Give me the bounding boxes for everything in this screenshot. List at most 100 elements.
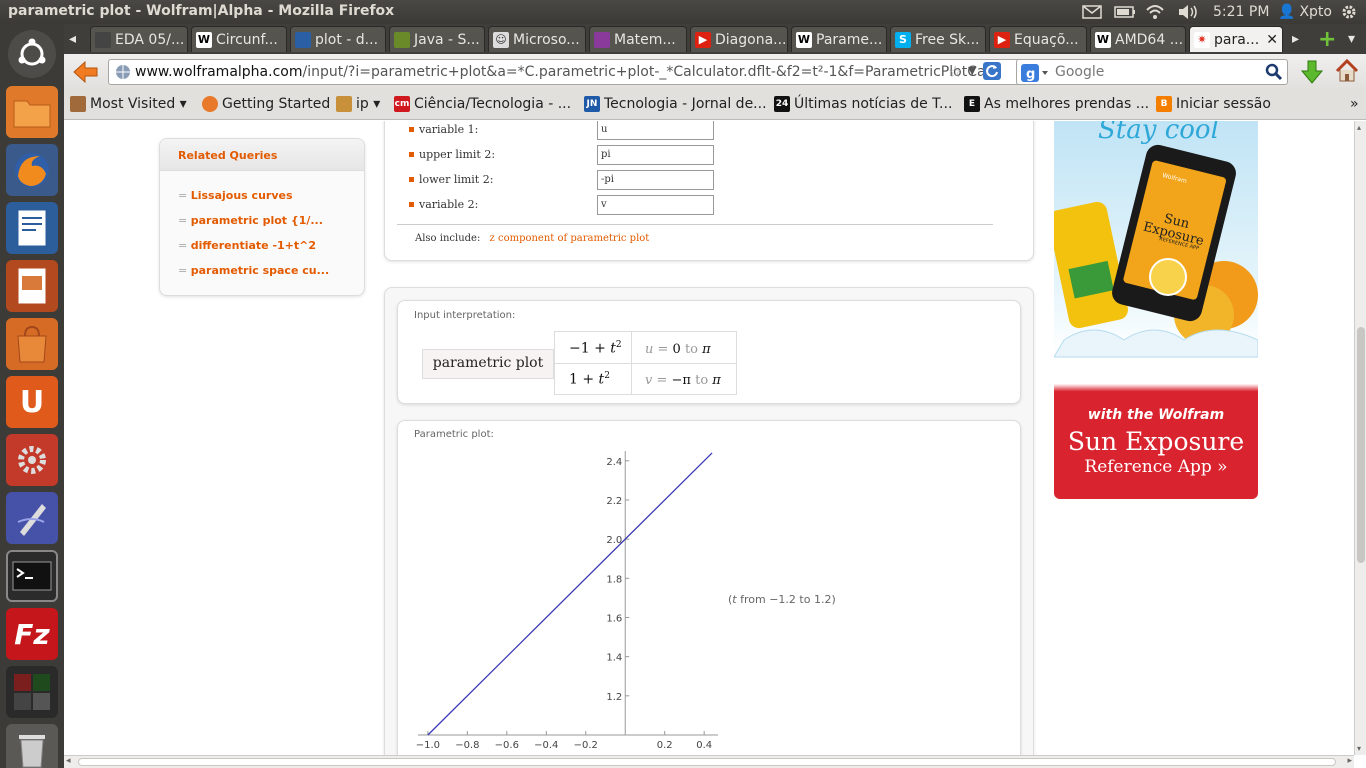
param-label: lower limit 2: (419, 173, 494, 186)
dash-home-icon[interactable] (8, 30, 56, 78)
svg-text:g: g (1026, 67, 1035, 82)
param-row: lower limit 2: (409, 173, 494, 186)
tab-list-chevron-down-icon[interactable]: ▾ (1344, 26, 1364, 52)
tab-circunf[interactable]: W Circunf... (191, 26, 287, 52)
close-tab-icon[interactable]: ✕ (1266, 32, 1278, 48)
tab-label: Matem... (614, 31, 676, 48)
vertical-scroll-thumb[interactable] (1357, 327, 1365, 563)
terminal-icon[interactable] (6, 550, 58, 602)
tab-java[interactable]: Java - S... (389, 26, 485, 52)
firefox-icon[interactable] (6, 144, 58, 196)
x-component-expression: −1 + t2 (569, 340, 622, 357)
back-button[interactable] (70, 58, 100, 86)
workspace-switcher-icon[interactable] (6, 666, 58, 718)
bookmark-ultimas[interactable]: 24 Últimas notícias de T... (774, 96, 952, 112)
tab-free-sk[interactable]: S Free Sk... (890, 26, 986, 52)
home-icon[interactable] (1334, 58, 1360, 88)
tab-scroll-left-icon[interactable]: ◂ (65, 26, 87, 52)
parametric-plot-pod: Parametric plot: −1.0 −0.8 −0.6 −0.4 −0.2 0.2… (397, 420, 1021, 755)
tab-amd64[interactable]: W AMD64 ... (1090, 26, 1186, 52)
tab-microsoft[interactable]: ☺ Microso... (488, 26, 586, 52)
bookmark-label: ip ▾ (356, 96, 381, 112)
reload-icon[interactable] (982, 61, 1002, 85)
google-search-engine-icon[interactable]: g (1021, 64, 1049, 86)
impress-presentation-icon[interactable] (6, 260, 58, 312)
clock[interactable]: 5:21 PM (1213, 2, 1269, 22)
new-tab-plus-icon[interactable]: + (1314, 26, 1340, 52)
writer-document-icon[interactable] (6, 202, 58, 254)
search-magnifier-icon[interactable] (1265, 63, 1283, 85)
variable-1-input[interactable]: u (597, 121, 714, 140)
sun-exposure-advertisement[interactable]: Stay cool Sun Exposure REFERENCE APP Wol… (1054, 121, 1258, 499)
lower-limit-2-input[interactable]: -pi (597, 170, 714, 190)
files-folder-icon[interactable] (6, 86, 58, 138)
bookmark-iniciar-sessao[interactable]: B Iniciar sessão (1156, 96, 1271, 112)
wifi-icon[interactable] (1145, 2, 1165, 22)
tab-label: Microso... (513, 31, 580, 48)
variable-2-input[interactable]: v (597, 195, 714, 215)
filezilla-icon[interactable]: Fz (6, 608, 58, 660)
bullet-icon (409, 127, 414, 132)
url-history-chevron-down-icon[interactable]: ▼ (968, 64, 976, 77)
related-query-link[interactable]: Lissajous curves (178, 189, 293, 202)
wikipedia-icon: W (196, 31, 212, 48)
tab-eda[interactable]: EDA 05/... (90, 26, 188, 52)
horizontal-scroll-thumb[interactable] (78, 758, 1336, 766)
z-component-link[interactable]: z component of parametric plot (490, 233, 650, 244)
bookmark-most-visited[interactable]: Most Visited ▾ (70, 96, 187, 112)
software-center-bag-icon[interactable] (6, 318, 58, 370)
tab-matem[interactable]: Matem... (589, 26, 687, 52)
horizontal-scrollbar[interactable]: ◂ ▸ (64, 755, 1354, 768)
ad-line-3: Reference App » (1084, 457, 1228, 477)
related-query-link[interactable]: parametric plot {1/... (178, 214, 323, 227)
note-part: from −1.2 to 1.2) (736, 593, 836, 606)
blogger-icon: B (1156, 96, 1172, 112)
tab-label: plot - d... (315, 31, 379, 48)
site-identity-globe-icon[interactable] (115, 64, 131, 84)
scroll-left-icon[interactable]: ◂ (66, 756, 71, 766)
trash-icon[interactable] (6, 724, 58, 768)
bookmark-ciencia[interactable]: cm Ciência/Tecnologia - ... (394, 96, 571, 112)
range-to: to (680, 342, 703, 357)
bookmark-label: As melhores prendas ... (984, 96, 1150, 112)
table-divider (555, 363, 736, 364)
tab-diagona[interactable]: ▶ Diagona... (690, 26, 788, 52)
search-placeholder: Google (1055, 64, 1105, 80)
user-menu[interactable]: 👤 Xpto (1278, 2, 1332, 22)
editor-pen-icon[interactable] (6, 492, 58, 544)
system-settings-icon[interactable] (6, 434, 58, 486)
battery-icon[interactable] (1114, 2, 1136, 22)
tab-plot[interactable]: plot - d... (290, 26, 386, 52)
settings-gear-icon[interactable] (1340, 2, 1358, 22)
url-bar[interactable]: www.wolframalpha.com/input/?i=parametric… (108, 59, 1068, 85)
scroll-down-icon[interactable]: ▾ (1357, 744, 1361, 753)
volume-icon[interactable] (1177, 2, 1199, 22)
bookmark-jn[interactable]: JN Tecnologia - Jornal de... (584, 96, 767, 112)
related-query-link[interactable]: differentiate -1+t^2 (178, 239, 316, 252)
downloads-arrow-icon[interactable] (1300, 59, 1324, 89)
scroll-right-icon[interactable]: ▸ (1347, 756, 1352, 766)
tab-favicon-icon: ☺ (493, 31, 509, 48)
tab-scroll-right-icon[interactable]: ▸ (1288, 26, 1310, 52)
param-label: variable 2: (419, 198, 479, 211)
related-query-link[interactable]: parametric space cu... (178, 264, 329, 277)
bookmark-melhores-prendas[interactable]: E As melhores prendas ... (964, 96, 1149, 112)
scroll-up-icon[interactable]: ▴ (1357, 123, 1361, 132)
tab-parametric-plot-active[interactable]: ✷ para... ✕ (1189, 26, 1283, 52)
vertical-scrollbar[interactable]: ▴ ▾ (1354, 121, 1366, 755)
search-input[interactable]: g Google (1016, 59, 1288, 85)
curve-line (427, 452, 713, 736)
bookmarks-overflow-chevron-icon[interactable]: » (1350, 96, 1359, 112)
ubuntu-one-icon[interactable]: U (6, 376, 58, 428)
bookmark-getting-started[interactable]: Getting Started (202, 96, 330, 112)
mail-icon[interactable] (1082, 2, 1102, 22)
bookmark-star-icon[interactable]: ☆ (948, 62, 962, 81)
bookmark-ip[interactable]: ip ▾ (336, 96, 380, 112)
y-tick-label: 1.6 (606, 613, 622, 624)
tab-equacoes[interactable]: ▶ Equaçõ... (989, 26, 1087, 52)
tab-parame[interactable]: W Parame... (791, 26, 887, 52)
tab-favicon-icon (594, 31, 610, 48)
upper-limit-2-input[interactable]: pi (597, 145, 714, 165)
bookmark-label: Most Visited ▾ (90, 96, 187, 112)
param-label: variable 1: (419, 123, 479, 136)
